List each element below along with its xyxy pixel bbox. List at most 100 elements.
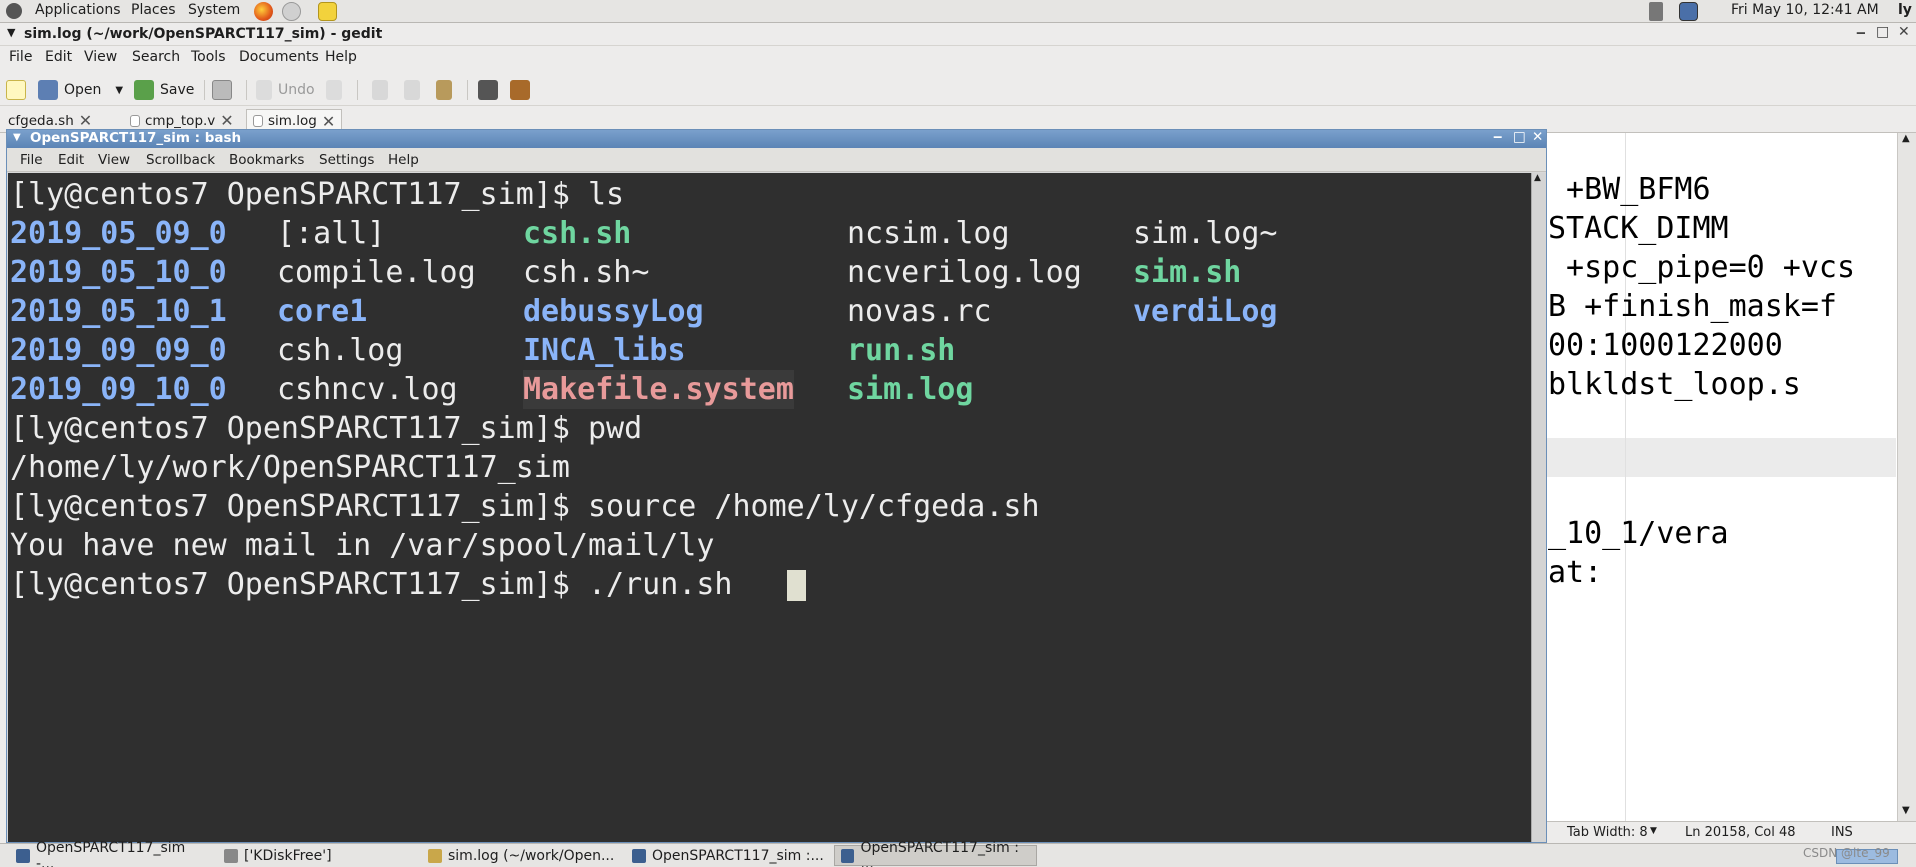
scroll-down-icon[interactable]: ▼ bbox=[1902, 805, 1910, 816]
gedit-icon bbox=[428, 848, 442, 863]
ls-entry: 2019_05_10_1 bbox=[10, 294, 227, 329]
undo-button[interactable]: Undo bbox=[256, 78, 315, 102]
konsole-icon bbox=[632, 848, 646, 863]
menu-view[interactable]: View bbox=[84, 49, 117, 65]
ls-entry: [:all] bbox=[277, 216, 386, 251]
editor-scrollbar[interactable]: ▲ ▼ bbox=[1897, 133, 1916, 821]
tab-width-dropdown-icon[interactable]: ▼ bbox=[1650, 826, 1657, 836]
gedit-window-title: sim.log (~/work/OpenSPARCT117_sim) - ged… bbox=[24, 26, 383, 42]
scroll-up-icon[interactable]: ▲ bbox=[1902, 133, 1910, 144]
network-status-icon[interactable] bbox=[1679, 2, 1698, 21]
task-kdiskfree[interactable]: ['KDiskFree'] bbox=[218, 845, 418, 866]
konsole-menu-edit[interactable]: Edit bbox=[58, 152, 84, 168]
gnome-foot-icon[interactable] bbox=[6, 3, 22, 19]
ls-entry: Makefile.system bbox=[523, 370, 794, 409]
konsole-menu-help[interactable]: Help bbox=[388, 152, 419, 168]
folder-icon bbox=[38, 80, 58, 100]
menu-search[interactable]: Search bbox=[132, 49, 180, 65]
minimize-icon[interactable]: ‒ bbox=[1856, 25, 1866, 41]
ls-entry: core1 bbox=[277, 294, 368, 329]
task-konsole-1[interactable]: OpenSPARCT117_sim -... bbox=[10, 840, 214, 867]
editor-line: at: bbox=[1548, 555, 1603, 590]
window-menu-icon[interactable]: ▼ bbox=[13, 132, 21, 143]
print-button[interactable] bbox=[212, 78, 232, 102]
konsole-title: OpenSPARCT117_sim : bash bbox=[30, 130, 242, 146]
window-menu-icon[interactable]: ▼ bbox=[7, 26, 15, 39]
konsole-menu-bookmarks[interactable]: Bookmarks bbox=[229, 152, 304, 168]
terminal-output-line: You have new mail in /var/spool/mail/ly bbox=[10, 528, 715, 563]
network-icon[interactable] bbox=[282, 2, 301, 21]
close-tab-icon[interactable]: ✕ bbox=[79, 111, 92, 130]
task-label: OpenSPARCT117_sim :... bbox=[652, 847, 824, 864]
task-label: OpenSPARCT117_sim : ... bbox=[860, 839, 1019, 867]
gedit-titlebar: ▼ sim.log (~/work/OpenSPARCT117_sim) - g… bbox=[0, 23, 1916, 46]
notes-icon[interactable] bbox=[318, 2, 337, 21]
places-menu[interactable]: Places bbox=[131, 2, 176, 18]
editor-line: _10_1/vera bbox=[1548, 516, 1729, 551]
paste-button[interactable] bbox=[436, 78, 452, 102]
volume-icon[interactable] bbox=[1649, 2, 1663, 21]
ls-entry: ncverilog.log bbox=[847, 255, 1082, 290]
find-button[interactable] bbox=[478, 78, 498, 102]
open-dropdown-icon[interactable]: ▼ bbox=[115, 85, 123, 96]
find-replace-button[interactable] bbox=[510, 78, 530, 102]
task-konsole-2[interactable]: OpenSPARCT117_sim :... bbox=[626, 845, 830, 866]
menu-tools[interactable]: Tools bbox=[191, 49, 226, 65]
konsole-icon bbox=[841, 848, 855, 863]
ls-entry: sim.log bbox=[847, 372, 974, 407]
terminal-output[interactable]: [ly@centos7 OpenSPARCT117_sim]$ ls 2019_… bbox=[8, 173, 1531, 842]
redo-button[interactable] bbox=[326, 78, 342, 102]
close-icon[interactable]: ✕ bbox=[1898, 24, 1910, 40]
system-menu[interactable]: System bbox=[188, 2, 240, 18]
minimize-icon[interactable]: ‒ bbox=[1493, 129, 1502, 145]
close-tab-icon[interactable]: ✕ bbox=[220, 111, 233, 130]
task-gedit[interactable]: sim.log (~/work/Open... bbox=[422, 845, 622, 866]
scroll-up-icon[interactable]: ▲ bbox=[1534, 173, 1541, 183]
close-tab-icon[interactable]: ✕ bbox=[322, 112, 335, 131]
copy-button[interactable] bbox=[404, 78, 420, 102]
menu-documents[interactable]: Documents bbox=[239, 49, 319, 65]
prompt: [ly@centos7 OpenSPARCT117_sim]$ bbox=[10, 177, 588, 212]
user-name[interactable]: ly bbox=[1898, 2, 1912, 18]
tab-label: cmp_top.v bbox=[145, 112, 216, 129]
open-button[interactable]: Open ▼ bbox=[38, 78, 123, 102]
command: ls bbox=[587, 177, 625, 212]
task-label: OpenSPARCT117_sim -... bbox=[35, 839, 186, 867]
terminal-line: [ly@centos7 OpenSPARCT117_sim]$ ./run.sh bbox=[10, 565, 751, 604]
toolbar-separator bbox=[246, 80, 247, 100]
ls-entry: ncsim.log bbox=[847, 216, 1010, 251]
save-button[interactable]: Save bbox=[134, 78, 194, 102]
disk-icon bbox=[224, 848, 238, 863]
maximize-icon[interactable]: □ bbox=[1513, 129, 1526, 145]
tab-label: sim.log bbox=[268, 113, 317, 129]
terminal-line: [ly@centos7 OpenSPARCT117_sim]$ ls bbox=[10, 175, 624, 214]
new-document-button[interactable] bbox=[6, 78, 26, 102]
cut-button[interactable] bbox=[372, 78, 388, 102]
ls-entry: 2019_09_09_0 bbox=[10, 333, 227, 368]
task-label: sim.log (~/work/Open... bbox=[448, 847, 615, 864]
close-icon[interactable]: ✕ bbox=[1532, 129, 1543, 145]
ls-entry: verdiLog bbox=[1133, 294, 1278, 329]
firefox-icon[interactable] bbox=[254, 2, 273, 21]
maximize-icon[interactable]: □ bbox=[1876, 24, 1889, 40]
paste-icon bbox=[436, 80, 452, 100]
menu-file[interactable]: File bbox=[9, 49, 32, 65]
task-konsole-3[interactable]: OpenSPARCT117_sim : ... bbox=[834, 840, 1037, 867]
konsole-menu-view[interactable]: View bbox=[98, 152, 130, 168]
editor-line: STACK_DIMM bbox=[1548, 211, 1729, 246]
konsole-menu-file[interactable]: File bbox=[20, 152, 43, 168]
prompt: [ly@centos7 OpenSPARCT117_sim]$ bbox=[10, 567, 588, 602]
ls-entry: novas.rc bbox=[847, 294, 992, 329]
undo-icon bbox=[256, 80, 272, 100]
konsole-icon bbox=[16, 848, 30, 863]
konsole-menu-scrollback[interactable]: Scrollback bbox=[146, 152, 215, 168]
terminal-line: [ly@centos7 OpenSPARCT117_sim]$ source /… bbox=[10, 487, 1040, 526]
menu-edit[interactable]: Edit bbox=[45, 49, 72, 65]
applications-menu[interactable]: Applications bbox=[35, 2, 121, 18]
tab-width-selector[interactable]: Tab Width: 8 bbox=[1567, 825, 1648, 840]
menu-help[interactable]: Help bbox=[325, 49, 357, 65]
konsole-menu-settings[interactable]: Settings bbox=[319, 152, 374, 168]
copy-icon bbox=[404, 80, 420, 100]
clock[interactable]: Fri May 10, 12:41 AM bbox=[1731, 2, 1879, 18]
konsole-scrollbar[interactable]: ▲ bbox=[1531, 173, 1546, 842]
